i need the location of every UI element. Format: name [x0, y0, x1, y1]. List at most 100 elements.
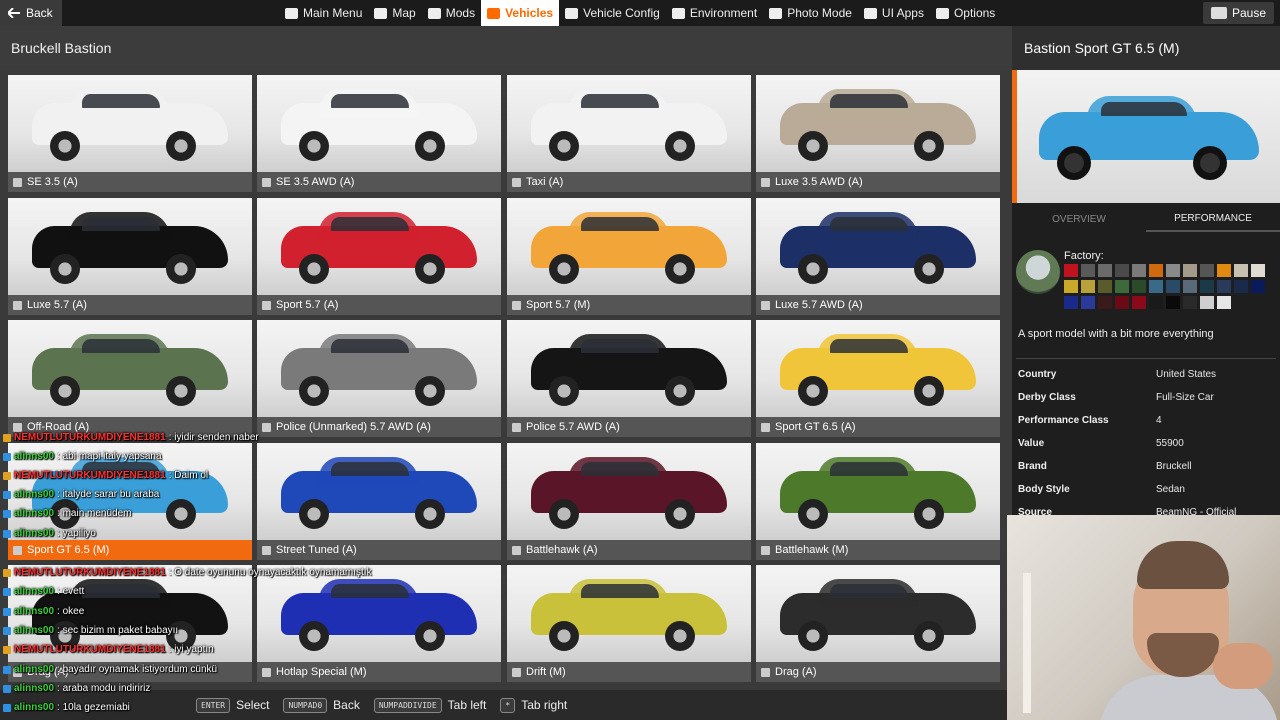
paint-swatch[interactable] — [1183, 264, 1197, 277]
vehicle-tile[interactable]: Off-Road (A) — [8, 320, 252, 437]
nav-label: Map — [392, 6, 416, 20]
car-wheel — [549, 254, 579, 284]
paint-swatch[interactable] — [1149, 296, 1163, 309]
car-wheel — [549, 376, 579, 406]
back-label: Back — [26, 6, 53, 20]
paint-swatch[interactable] — [1115, 264, 1129, 277]
vehicle-thumbnail — [507, 75, 751, 172]
vehicle-tile[interactable]: Hotlap Special (M) — [257, 565, 501, 682]
vehicle-tile[interactable]: SE 3.5 (A) — [8, 75, 252, 192]
paint-swatch[interactable] — [1149, 280, 1163, 293]
vehicle-tile[interactable]: Luxe 5.7 (A) — [8, 198, 252, 315]
paint-swatch[interactable] — [1115, 280, 1129, 293]
paint-swatch[interactable] — [1149, 264, 1163, 277]
paint-swatch[interactable] — [1234, 264, 1248, 277]
paint-swatch[interactable] — [1132, 264, 1146, 277]
vehicle-caption: Luxe 5.7 AWD (A) — [756, 295, 1000, 315]
control-hint[interactable]: NUMPADDIVIDE Tab left — [373, 697, 486, 713]
paint-swatch[interactable] — [1234, 280, 1248, 293]
paint-swatch[interactable] — [1098, 280, 1112, 293]
paint-swatch[interactable] — [1166, 296, 1180, 309]
paint-swatch[interactable] — [1217, 264, 1231, 277]
vehicle-label: Battlehawk (A) — [526, 544, 598, 556]
nav-photo-mode[interactable]: Photo Mode — [763, 0, 858, 26]
paint-swatch[interactable] — [1098, 264, 1112, 277]
vehicle-tile[interactable]: SE 3.5 AWD (A) — [257, 75, 501, 192]
vehicle-tile[interactable]: Drag (A) — [756, 565, 1000, 682]
vehicle-tile[interactable]: Drift (M) — [507, 565, 751, 682]
nav-ui-apps[interactable]: UI Apps — [858, 0, 930, 26]
car-wheel — [665, 131, 695, 161]
hint-label: Back — [333, 698, 360, 712]
vehicle-tile[interactable]: Sport GT 6.5 (A) — [756, 320, 1000, 437]
vehicle-tile[interactable]: Battlehawk (A) — [507, 443, 751, 560]
paint-swatch[interactable] — [1183, 280, 1197, 293]
paint-swatch[interactable] — [1064, 296, 1078, 309]
tab-performance[interactable]: PERFORMANCE — [1146, 206, 1280, 232]
vehicle-label: Luxe 3.5 AWD (A) — [775, 176, 863, 188]
vehicle-label: SE 3.5 (A) — [27, 176, 78, 188]
paint-swatch[interactable] — [1081, 264, 1095, 277]
factory-label: Factory: — [1064, 250, 1104, 262]
nav-vehicles[interactable]: Vehicles — [481, 0, 560, 26]
car-wheel — [166, 254, 196, 284]
spec-key: Value — [1018, 438, 1045, 449]
vehicle-tile[interactable]: Taxi (A) — [507, 75, 751, 192]
paint-swatch[interactable] — [1183, 296, 1197, 309]
paint-swatch[interactable] — [1132, 296, 1146, 309]
pause-button[interactable]: Pause — [1202, 2, 1274, 24]
nav-environment[interactable]: Environment — [666, 0, 763, 26]
paint-swatch[interactable] — [1064, 264, 1078, 277]
spec-value: Bruckell — [1156, 461, 1192, 472]
paint-swatch[interactable] — [1217, 296, 1231, 309]
paint-swatch[interactable] — [1217, 280, 1231, 293]
car-wheel — [415, 131, 445, 161]
paint-swatch[interactable] — [1200, 296, 1214, 309]
vehicle-type-icon — [13, 667, 22, 677]
vehicle-tile[interactable]: Sport GT 6.5 (M) — [8, 443, 252, 560]
vehicle-label: Drag (A) — [27, 666, 69, 678]
paint-swatch[interactable] — [1132, 280, 1146, 293]
paint-swatch[interactable] — [1166, 280, 1180, 293]
control-hint[interactable]: ENTER Select — [196, 697, 269, 713]
vehicle-tile[interactable]: Drag (A) — [8, 565, 252, 682]
paint-swatch[interactable] — [1115, 296, 1129, 309]
paint-swatch[interactable] — [1064, 280, 1078, 293]
vehicle-tile[interactable]: Luxe 5.7 AWD (A) — [756, 198, 1000, 315]
paint-swatch[interactable] — [1200, 264, 1214, 277]
paint-swatch[interactable] — [1251, 264, 1265, 277]
paint-swatch[interactable] — [1098, 296, 1112, 309]
vehicle-config-icon — [565, 7, 579, 19]
paint-swatch[interactable] — [1081, 296, 1095, 309]
control-hint[interactable]: NUMPAD0 Back — [283, 697, 360, 713]
nav-main-menu[interactable]: Main Menu — [279, 0, 368, 26]
car-windows — [581, 462, 659, 476]
vehicle-tile[interactable]: Battlehawk (M) — [756, 443, 1000, 560]
vehicle-tile[interactable]: Police 5.7 AWD (A) — [507, 320, 751, 437]
paint-swatch[interactable] — [1200, 280, 1214, 293]
spec-row: Derby Class Full-Size Car — [1018, 386, 1276, 409]
tab-overview[interactable]: OVERVIEW — [1012, 206, 1146, 232]
vehicle-tile[interactable]: Sport 5.7 (M) — [507, 198, 751, 315]
vehicle-tile[interactable]: Police (Unmarked) 5.7 AWD (A) — [257, 320, 501, 437]
weather-icon — [671, 7, 685, 19]
nav-map[interactable]: Map — [368, 0, 421, 26]
vehicle-tile[interactable]: Luxe 3.5 AWD (A) — [756, 75, 1000, 192]
back-button[interactable]: Back — [0, 0, 62, 26]
vehicle-tile[interactable]: Sport 5.7 (A) — [257, 198, 501, 315]
car-windows — [82, 584, 160, 598]
nav-mods[interactable]: Mods — [422, 0, 481, 26]
paint-swatch[interactable] — [1081, 280, 1095, 293]
control-hint[interactable]: * Tab right — [500, 697, 567, 713]
vehicle-tile[interactable]: Street Tuned (A) — [257, 443, 501, 560]
car-wheel — [299, 131, 329, 161]
factory-paints: Factory: — [1012, 244, 1280, 324]
nav-options[interactable]: Options — [930, 0, 1001, 26]
paint-swatch[interactable] — [1251, 280, 1265, 293]
car-wheel — [415, 499, 445, 529]
paint-swatch[interactable] — [1166, 264, 1180, 277]
spec-key: Performance Class — [1018, 415, 1109, 426]
car-wheel — [50, 621, 80, 651]
nav-vehicle-config[interactable]: Vehicle Config — [559, 0, 666, 26]
vehicle-label: Street Tuned (A) — [276, 544, 357, 556]
